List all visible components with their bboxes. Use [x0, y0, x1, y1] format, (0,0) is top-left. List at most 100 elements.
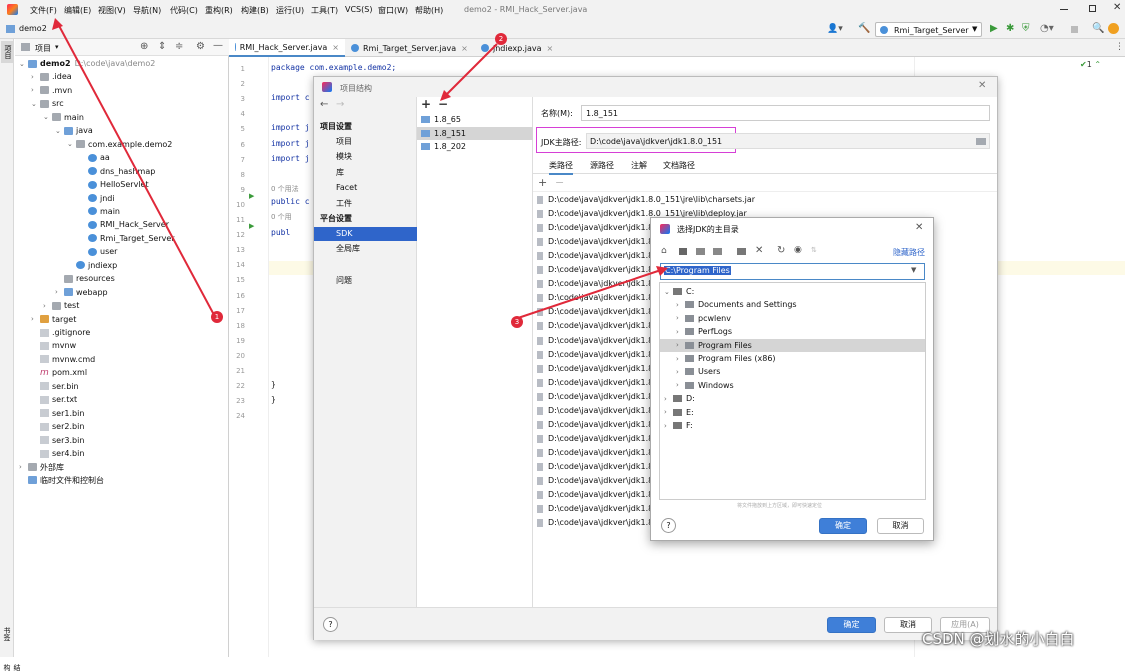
- editor-tab[interactable]: jndiexp.java ×: [475, 39, 575, 57]
- inspection-widget[interactable]: ✔1 ⌃: [1080, 60, 1101, 69]
- classpath-item[interactable]: D:\code\java\jdkver\jdk1.8: [537, 249, 653, 263]
- project-tool-button[interactable]: 项目: [1, 41, 13, 63]
- gear-icon[interactable]: ⚙: [196, 41, 205, 52]
- jdk-home-field[interactable]: D:\code\java\jdkver\jdk1.8.0_151: [586, 133, 990, 149]
- detail-tab[interactable]: 源路径: [590, 160, 614, 171]
- more-tabs-icon[interactable]: ⋮: [1115, 42, 1124, 52]
- tree-item[interactable]: ⌄ java: [55, 124, 93, 137]
- nav-item[interactable]: 库: [314, 166, 417, 180]
- chooser-ok-button[interactable]: 确定: [819, 518, 867, 534]
- classpath-item[interactable]: D:\code\java\jdkver\jdk1.8: [537, 235, 653, 249]
- chevron-right-icon[interactable]: ›: [43, 302, 52, 310]
- chevron-down-icon[interactable]: ⌄: [19, 60, 28, 68]
- file-tree-item[interactable]: › Windows: [660, 379, 925, 392]
- back-arrow-icon[interactable]: ←: [320, 99, 328, 110]
- tree-item[interactable]: › .mvn: [31, 84, 72, 97]
- chevron-down-icon[interactable]: ⌄: [43, 113, 52, 121]
- classpath-item[interactable]: D:\code\java\jdkver\jdk1.8: [537, 418, 653, 432]
- classpath-item[interactable]: D:\code\java\jdkver\jdk1.8: [537, 319, 653, 333]
- chevron-right-icon[interactable]: ›: [676, 341, 685, 349]
- file-tree-item[interactable]: › E:: [660, 406, 925, 419]
- chevron-right-icon[interactable]: ›: [31, 86, 40, 94]
- tree-item[interactable]: › webapp: [55, 286, 108, 299]
- detail-tab[interactable]: 类路径: [549, 160, 573, 175]
- restore-button[interactable]: [1089, 5, 1096, 12]
- tree-item[interactable]: .gitignore: [31, 326, 90, 339]
- classpath-item[interactable]: D:\code\java\jdkver\jdk1.8: [537, 460, 653, 474]
- chevron-right-icon[interactable]: ›: [676, 328, 685, 336]
- close-tab-icon[interactable]: ×: [332, 43, 339, 52]
- update-icon[interactable]: [1108, 23, 1119, 34]
- menu-item[interactable]: 编辑(E): [64, 5, 91, 16]
- user-icon[interactable]: 👤▾: [827, 24, 843, 34]
- menu-item[interactable]: 代码(C): [170, 5, 198, 16]
- classpath-item[interactable]: D:\code\java\jdkver\jdk1.8: [537, 305, 653, 319]
- classpath-item[interactable]: D:\code\java\jdkver\jdk1.8: [537, 334, 653, 348]
- menu-item[interactable]: 重构(R): [205, 5, 233, 16]
- tree-item[interactable]: m pom.xml: [31, 366, 87, 379]
- classpath-item[interactable]: D:\code\java\jdkver\jdk1.8.0_151\jre\lib…: [537, 193, 755, 207]
- tree-item[interactable]: jndi: [79, 192, 115, 205]
- tree-item[interactable]: › .idea: [31, 70, 72, 83]
- file-tree-item[interactable]: › Documents and Settings: [660, 298, 925, 311]
- file-tree-item[interactable]: › F:: [660, 419, 925, 432]
- close-window-button[interactable]: ✕: [1113, 2, 1121, 13]
- desktop-icon[interactable]: [679, 248, 687, 255]
- detail-tab[interactable]: 文档路径: [663, 160, 695, 171]
- nav-item[interactable]: 全局库: [314, 242, 417, 256]
- help-button[interactable]: ?: [323, 617, 338, 632]
- name-field[interactable]: 1.8_151: [581, 105, 990, 121]
- classpath-item[interactable]: D:\code\java\jdkver\jdk1.8: [537, 376, 653, 390]
- chevron-down-icon[interactable]: ⌄: [67, 140, 76, 148]
- debug-icon[interactable]: ✱: [1006, 23, 1014, 34]
- file-tree-item[interactable]: › D:: [660, 392, 925, 405]
- sdk-item[interactable]: 1.8_151: [417, 126, 533, 140]
- tree-item[interactable]: ⌄ com.example.demo2: [67, 138, 172, 151]
- add-path-button[interactable]: +: [538, 176, 547, 189]
- tree-item[interactable]: ser3.bin: [31, 434, 84, 447]
- chevron-right-icon[interactable]: ›: [31, 73, 40, 81]
- chevron-right-icon[interactable]: ›: [676, 368, 685, 376]
- hide-path-link[interactable]: 隐藏路径: [893, 247, 925, 258]
- chevron-right-icon[interactable]: ›: [664, 395, 673, 403]
- classpath-item[interactable]: D:\code\java\jdkver\jdk1.8: [537, 404, 653, 418]
- sdk-item[interactable]: 1.8_65: [417, 113, 533, 126]
- nav-item[interactable]: 工件: [314, 197, 417, 211]
- menu-item[interactable]: 导航(N): [133, 5, 161, 16]
- sync-icon[interactable]: ⇅: [811, 246, 817, 254]
- classpath-item[interactable]: D:\code\java\jdkver\jdk1.8: [537, 263, 653, 277]
- refresh-icon[interactable]: ↻: [777, 245, 785, 256]
- locate-icon[interactable]: ⊕: [140, 41, 148, 52]
- folder-browse-icon[interactable]: [976, 138, 986, 145]
- classpath-item[interactable]: D:\code\java\jdkver\jdk1.8: [537, 348, 653, 362]
- classpath-item[interactable]: D:\code\java\jdkver\jdk1.8: [537, 390, 653, 404]
- file-tree-item[interactable]: › pcwlenv: [660, 312, 925, 325]
- tree-item[interactable]: HelloServlet: [79, 178, 149, 191]
- chevron-down-icon[interactable]: ▾: [55, 43, 59, 51]
- tree-item[interactable]: mvnw.cmd: [31, 353, 95, 366]
- hide-panel-icon[interactable]: —: [213, 40, 223, 51]
- file-tree-item[interactable]: › PerfLogs: [660, 325, 925, 338]
- tree-item[interactable]: Rmi_Target_Server: [79, 232, 175, 245]
- tree-item[interactable]: ser1.bin: [31, 407, 84, 420]
- tree-item[interactable]: main: [79, 205, 120, 218]
- home-icon[interactable]: ⌂: [661, 246, 667, 256]
- close-icon[interactable]: ✕: [915, 222, 923, 233]
- profiler-icon[interactable]: ◔▾: [1040, 23, 1054, 34]
- classpath-item[interactable]: D:\code\java\jdkver\jdk1.8: [537, 362, 653, 376]
- editor-tab[interactable]: RMI_Hack_Server.java ×: [229, 39, 345, 57]
- chevron-right-icon[interactable]: ›: [55, 288, 64, 296]
- nav-item[interactable]: Facet: [314, 181, 417, 195]
- breadcrumb[interactable]: demo2: [19, 24, 47, 33]
- chevron-right-icon[interactable]: ›: [19, 463, 28, 471]
- forward-arrow-icon[interactable]: →: [336, 99, 344, 110]
- close-tab-icon[interactable]: ×: [547, 44, 554, 53]
- tree-item[interactable]: › target: [31, 313, 76, 326]
- chevron-right-icon[interactable]: ›: [664, 408, 673, 416]
- tree-item[interactable]: jndiexp: [67, 259, 117, 272]
- file-tree-item[interactable]: › Program Files: [660, 338, 925, 352]
- run-icon[interactable]: ▶: [990, 23, 998, 34]
- tree-item[interactable]: ser4.bin: [31, 447, 84, 460]
- classpath-item[interactable]: D:\code\java\jdkver\jdk1.8: [537, 516, 653, 530]
- coverage-icon[interactable]: ⛨: [1022, 23, 1030, 34]
